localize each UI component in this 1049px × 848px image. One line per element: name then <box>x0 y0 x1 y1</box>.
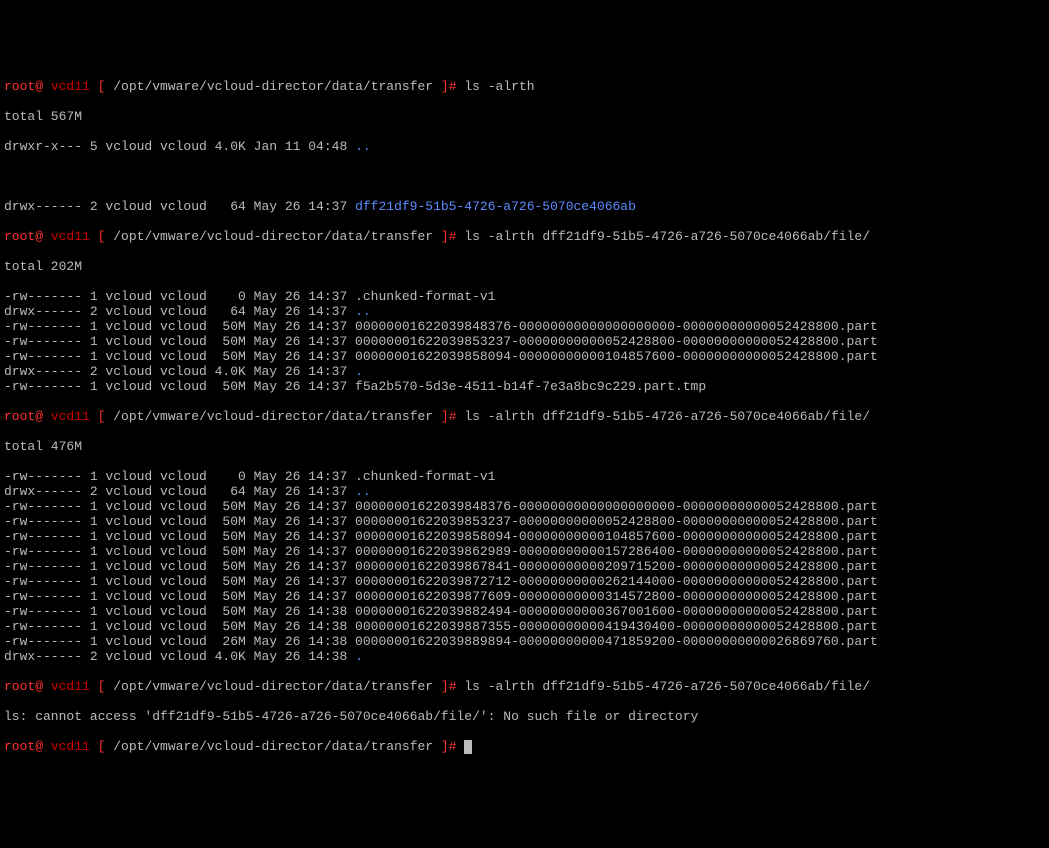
ls-row: -rw------- 1 vcloud vcloud 0 May 26 14:3… <box>4 469 1045 484</box>
ls-row: -rw------- 1 vcloud vcloud 50M May 26 14… <box>4 619 1045 634</box>
parent-dir-link: .. <box>355 139 371 154</box>
ls-row-text: -rw------- 1 vcloud vcloud 50M May 26 14… <box>4 334 878 349</box>
ls-row-text: -rw------- 1 vcloud vcloud 50M May 26 14… <box>4 319 878 334</box>
total-line: total 476M <box>4 439 1045 454</box>
ls-row-text: -rw------- 1 vcloud vcloud 50M May 26 14… <box>4 619 878 634</box>
cursor[interactable] <box>464 740 472 754</box>
terminal-output: root@ vcd11 [ /opt/vmware/vcloud-directo… <box>4 64 1045 769</box>
ls-row-text: -rw------- 1 vcloud vcloud 0 May 26 14:3… <box>4 469 495 484</box>
ls-row-text: -rw------- 1 vcloud vcloud 0 May 26 14:3… <box>4 289 495 304</box>
ls-row-text: drwx------ 2 vcloud vcloud 64 May 26 14:… <box>4 484 355 499</box>
prompt-line-2: root@ vcd11 [ /opt/vmware/vcloud-directo… <box>4 229 1045 244</box>
ls-row: -rw------- 1 vcloud vcloud 50M May 26 14… <box>4 499 1045 514</box>
command: ls -alrth dff21df9-51b5-4726-a726-5070ce… <box>464 409 870 424</box>
command: ls -alrth <box>464 79 534 94</box>
ls-row-text: -rw------- 1 vcloud vcloud 50M May 26 14… <box>4 604 878 619</box>
ls-row: drwx------ 2 vcloud vcloud 64 May 26 14:… <box>4 199 1045 214</box>
ls-row: drwx------ 2 vcloud vcloud 64 May 26 14:… <box>4 304 1045 319</box>
dir-link: dff21df9-51b5-4726-a726-5070ce4066ab <box>355 199 636 214</box>
current-dir-link: . <box>355 364 363 379</box>
prompt-host: vcd11 <box>51 79 90 94</box>
total-line: total 567M <box>4 109 1045 124</box>
ls-row-text: drwx------ 2 vcloud vcloud 4.0K May 26 1… <box>4 649 355 664</box>
ls-row: drwx------ 2 vcloud vcloud 4.0K May 26 1… <box>4 364 1045 379</box>
command: ls -alrth dff21df9-51b5-4726-a726-5070ce… <box>464 229 870 244</box>
ls-row-text: -rw------- 1 vcloud vcloud 50M May 26 14… <box>4 499 878 514</box>
ls-row: -rw------- 1 vcloud vcloud 50M May 26 14… <box>4 319 1045 334</box>
ls-row: drwxr-x--- 5 vcloud vcloud 4.0K Jan 11 0… <box>4 139 1045 154</box>
ls-row-text: -rw------- 1 vcloud vcloud 50M May 26 14… <box>4 379 706 394</box>
ls-row: -rw------- 1 vcloud vcloud 50M May 26 14… <box>4 379 1045 394</box>
ls-row: drwx------ 2 vcloud vcloud 4.0K May 26 1… <box>4 649 1045 664</box>
ls-row-text: -rw------- 1 vcloud vcloud 50M May 26 14… <box>4 529 878 544</box>
ls-row: -rw------- 1 vcloud vcloud 50M May 26 14… <box>4 544 1045 559</box>
prompt-line-3: root@ vcd11 [ /opt/vmware/vcloud-directo… <box>4 409 1045 424</box>
ls-row-text: -rw------- 1 vcloud vcloud 50M May 26 14… <box>4 544 878 559</box>
ls-row-text: drwx------ 2 vcloud vcloud 4.0K May 26 1… <box>4 364 355 379</box>
ls-row: -rw------- 1 vcloud vcloud 50M May 26 14… <box>4 334 1045 349</box>
blank-line <box>4 169 1045 184</box>
parent-dir-link: .. <box>355 304 371 319</box>
ls-row: -rw------- 1 vcloud vcloud 50M May 26 14… <box>4 604 1045 619</box>
ls-row: -rw------- 1 vcloud vcloud 26M May 26 14… <box>4 634 1045 649</box>
error-line: ls: cannot access 'dff21df9-51b5-4726-a7… <box>4 709 1045 724</box>
ls-row: -rw------- 1 vcloud vcloud 50M May 26 14… <box>4 529 1045 544</box>
ls-row-text: -rw------- 1 vcloud vcloud 50M May 26 14… <box>4 559 878 574</box>
ls-row: -rw------- 1 vcloud vcloud 50M May 26 14… <box>4 559 1045 574</box>
total-line: total 202M <box>4 259 1045 274</box>
ls-row: -rw------- 1 vcloud vcloud 50M May 26 14… <box>4 574 1045 589</box>
current-dir-link: . <box>355 649 363 664</box>
ls-row-text: -rw------- 1 vcloud vcloud 50M May 26 14… <box>4 574 878 589</box>
ls-row: -rw------- 1 vcloud vcloud 50M May 26 14… <box>4 514 1045 529</box>
ls-row-text: drwx------ 2 vcloud vcloud 64 May 26 14:… <box>4 304 355 319</box>
prompt-line-5[interactable]: root@ vcd11 [ /opt/vmware/vcloud-directo… <box>4 739 1045 754</box>
prompt-line-1: root@ vcd11 [ /opt/vmware/vcloud-directo… <box>4 79 1045 94</box>
parent-dir-link: .. <box>355 484 371 499</box>
ls-row: -rw------- 1 vcloud vcloud 50M May 26 14… <box>4 349 1045 364</box>
ls-row-text: -rw------- 1 vcloud vcloud 50M May 26 14… <box>4 589 878 604</box>
ls-row: -rw------- 1 vcloud vcloud 0 May 26 14:3… <box>4 289 1045 304</box>
ls-row: -rw------- 1 vcloud vcloud 50M May 26 14… <box>4 589 1045 604</box>
ls-row: drwx------ 2 vcloud vcloud 64 May 26 14:… <box>4 484 1045 499</box>
ls-row-text: -rw------- 1 vcloud vcloud 26M May 26 14… <box>4 634 878 649</box>
prompt-line-4: root@ vcd11 [ /opt/vmware/vcloud-directo… <box>4 679 1045 694</box>
ls-row-text: -rw------- 1 vcloud vcloud 50M May 26 14… <box>4 514 878 529</box>
command: ls -alrth dff21df9-51b5-4726-a726-5070ce… <box>464 679 870 694</box>
ls-row-text: -rw------- 1 vcloud vcloud 50M May 26 14… <box>4 349 878 364</box>
prompt-path: /opt/vmware/vcloud-director/data/transfe… <box>113 79 433 94</box>
prompt-user: root@ <box>4 79 43 94</box>
